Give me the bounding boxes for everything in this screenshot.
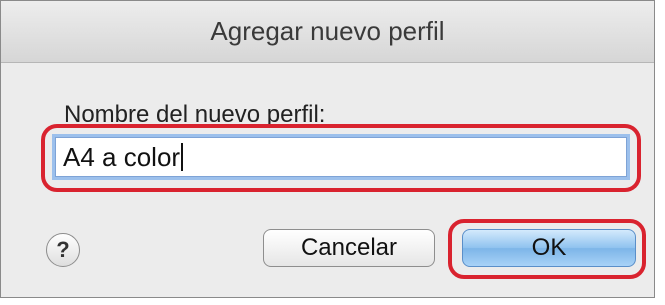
cancel-button-label: Cancelar [300,234,398,261]
dialog-titlebar[interactable]: Agregar nuevo perfil [1,1,654,63]
ok-button[interactable]: OK [462,229,636,267]
dialog-title: Agregar nuevo perfil [210,16,445,46]
help-button[interactable]: ? [46,233,80,267]
profile-name-input[interactable]: A4 a color [55,137,627,177]
question-mark-icon: ? [56,237,70,262]
profile-name-highlight: A4 a color [41,124,641,192]
profile-name-value: A4 a color [63,142,181,172]
add-profile-dialog: Agregar nuevo perfil Nombre del nuevo pe… [0,0,655,298]
ok-button-label: OK [531,234,567,261]
text-caret [181,143,184,171]
cancel-button[interactable]: Cancelar [263,229,435,267]
